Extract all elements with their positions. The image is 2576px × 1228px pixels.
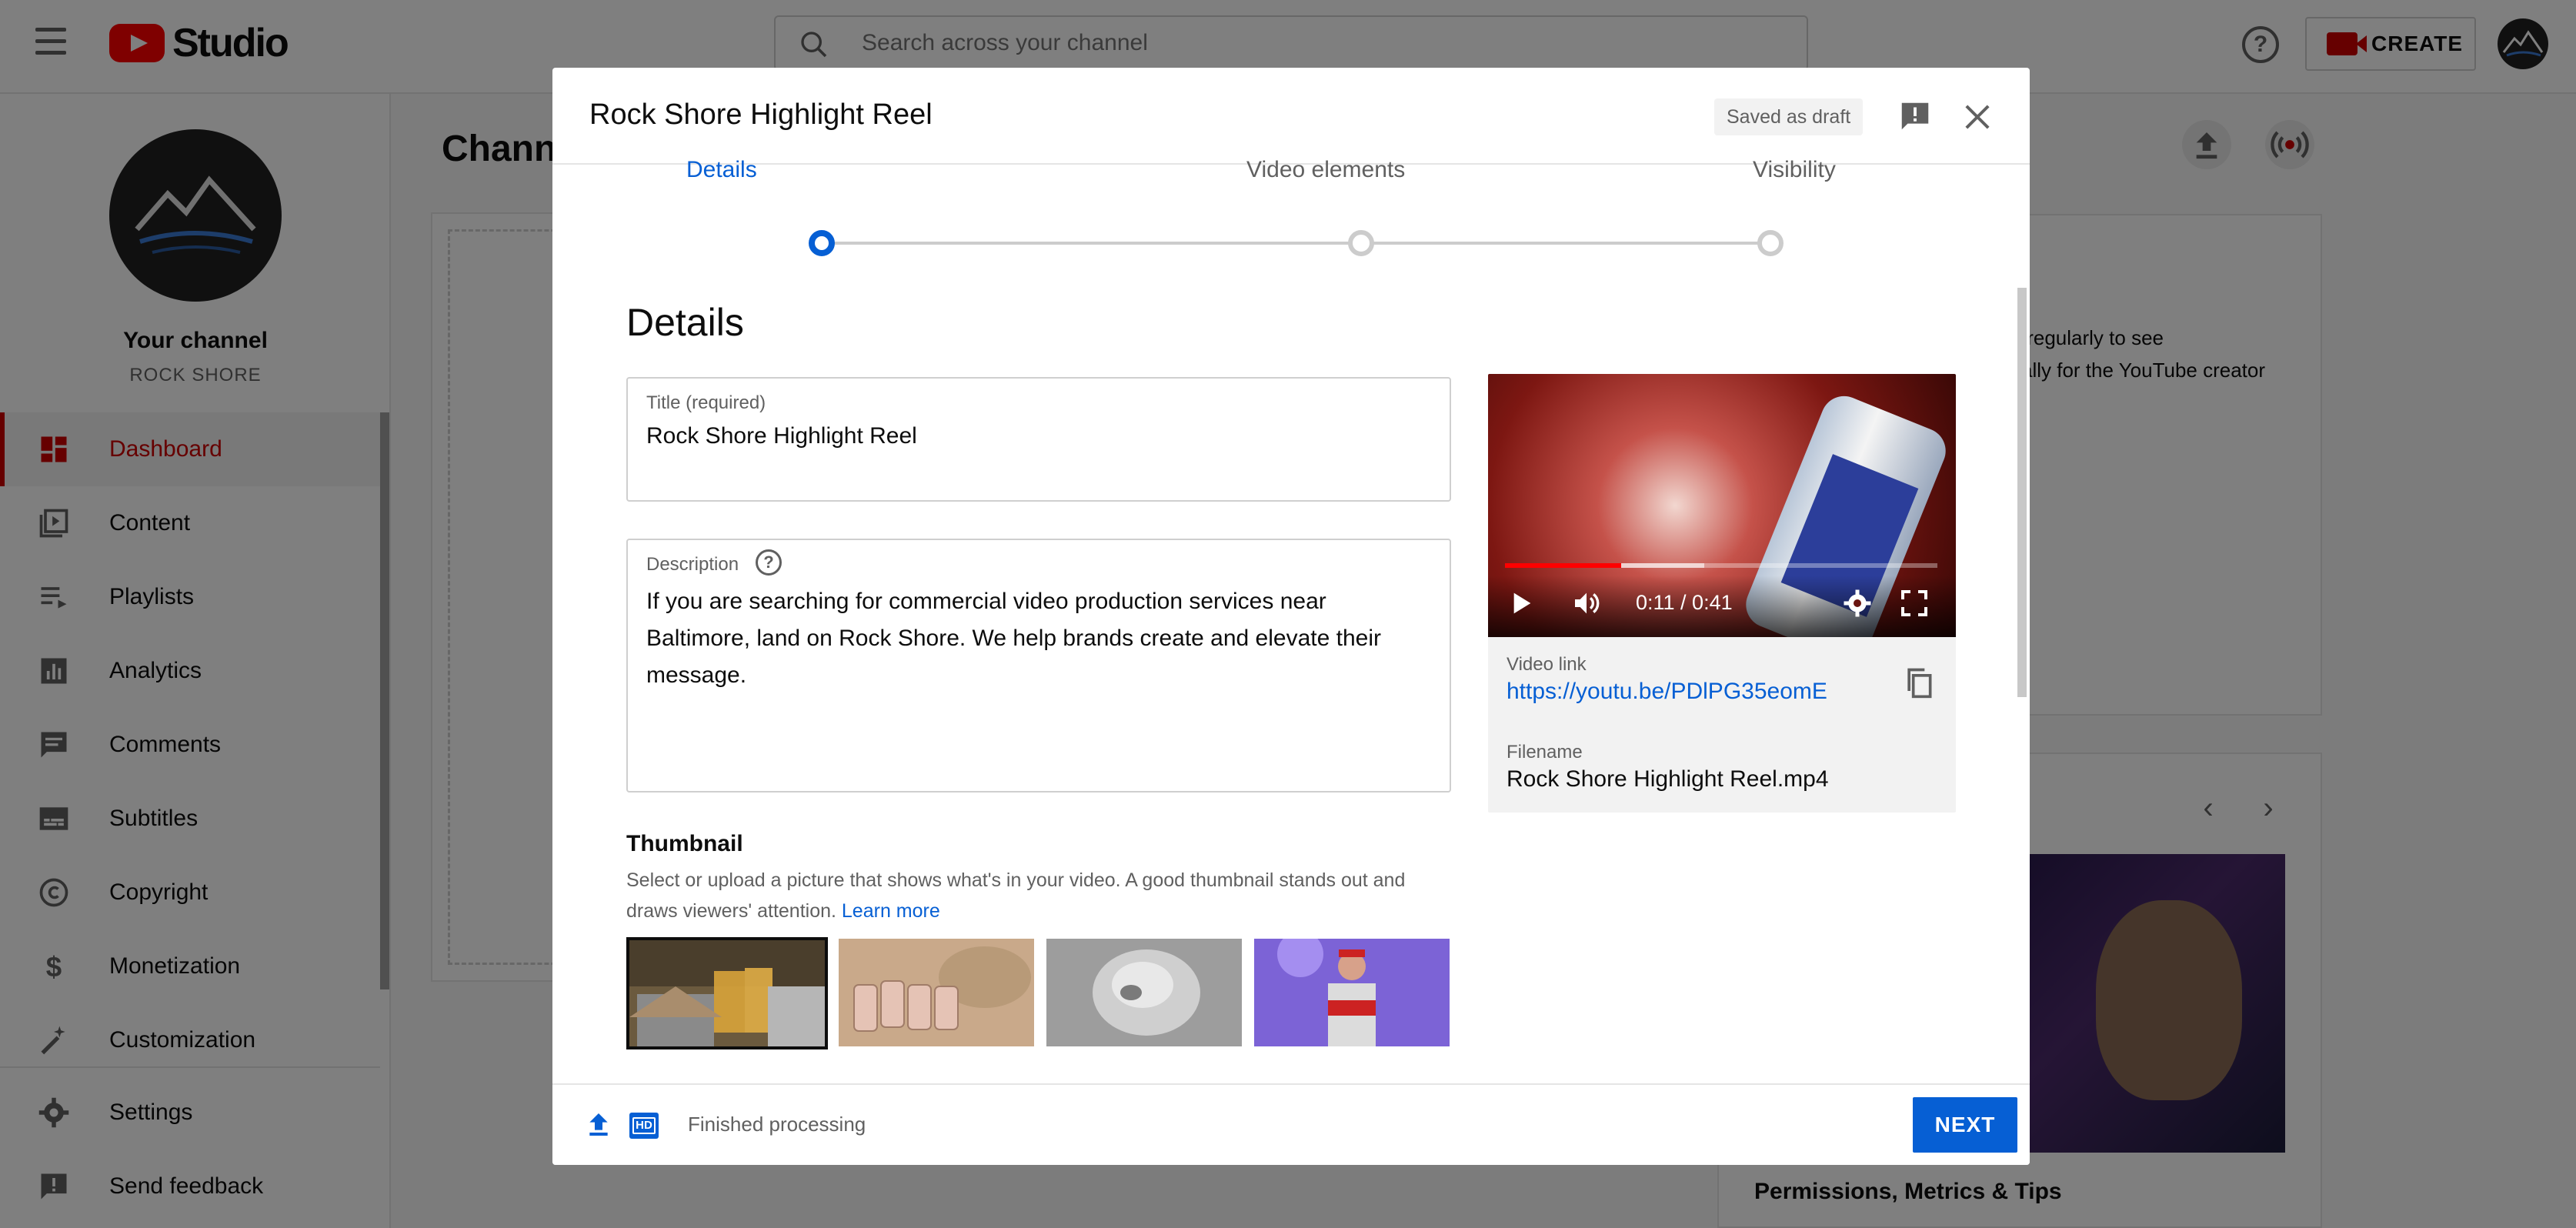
hd-label: HD [632,1117,656,1134]
description-input[interactable]: If you are searching for commercial vide… [646,583,1431,694]
dialog-scrollbar[interactable] [2017,288,2027,697]
description-field-label: Description [646,554,739,575]
hd-icon[interactable]: HD [629,1113,659,1139]
thumbnail-description: Select or upload a picture that shows wh… [626,865,1457,926]
thumbnail-title: Thumbnail [626,831,743,856]
filename-value: Rock Shore Highlight Reel.mp4 [1507,766,1829,792]
stepper-line [822,242,1773,245]
close-icon[interactable] [1960,100,1994,134]
video-time: 0:11 / 0:41 [1636,591,1733,614]
upload-icon[interactable] [583,1110,614,1140]
thumbnail-option-beer[interactable] [626,937,828,1049]
copy-icon[interactable] [1902,663,1936,702]
video-preview-panel: 0:11 / 0:41 Video link https://youtu.be/… [1488,374,1956,813]
title-field[interactable]: Title (required) Rock Shore Highlight Re… [626,377,1451,502]
play-icon[interactable] [1505,588,1536,619]
processing-status: Finished processing [688,1113,866,1136]
upload-dialog: Rock Shore Highlight Reel Saved as draft… [552,68,2030,1165]
dialog-footer: HD Finished processing NEXT [552,1083,2030,1165]
gear-icon[interactable] [1842,588,1873,619]
title-field-label: Title (required) [646,392,766,413]
volume-icon[interactable] [1571,588,1602,619]
filename-label: Filename [1507,742,1583,762]
report-feedback-icon[interactable] [1897,98,1933,134]
step-dot-visibility[interactable] [1757,230,1784,256]
video-progress-fill [1505,563,1621,568]
dialog-header: Rock Shore Highlight Reel Saved as draft [552,68,2030,165]
fullscreen-icon[interactable] [1899,588,1930,619]
next-button[interactable]: NEXT [1913,1097,2017,1153]
step-video-elements[interactable]: Video elements [1246,157,1405,183]
status-badge: Saved as draft [1714,98,1864,135]
thumbnail-option-object[interactable] [1046,939,1242,1046]
title-input[interactable]: Rock Shore Highlight Reel [646,423,917,449]
thumbnail-option-performer[interactable] [1254,939,1450,1046]
step-dot-video-elements[interactable] [1348,230,1374,256]
help-icon[interactable]: ? [756,549,782,576]
video-link[interactable]: https://youtu.be/PDlPG35eomE [1507,679,1827,705]
thumbnail-description-text: Select or upload a picture that shows wh… [626,869,1406,922]
thumbnail-option-food[interactable] [839,939,1034,1046]
video-link-label: Video link [1507,654,1587,675]
dialog-title: Rock Shore Highlight Reel [589,98,933,131]
description-field[interactable]: Description ? If you are searching for c… [626,539,1451,793]
step-dot-details[interactable] [809,230,835,256]
step-visibility[interactable]: Visibility [1753,157,1836,183]
learn-more-link[interactable]: Learn more [842,900,940,922]
step-details[interactable]: Details [686,157,757,183]
section-title: Details [626,301,744,344]
video-player[interactable]: 0:11 / 0:41 [1488,374,1956,637]
